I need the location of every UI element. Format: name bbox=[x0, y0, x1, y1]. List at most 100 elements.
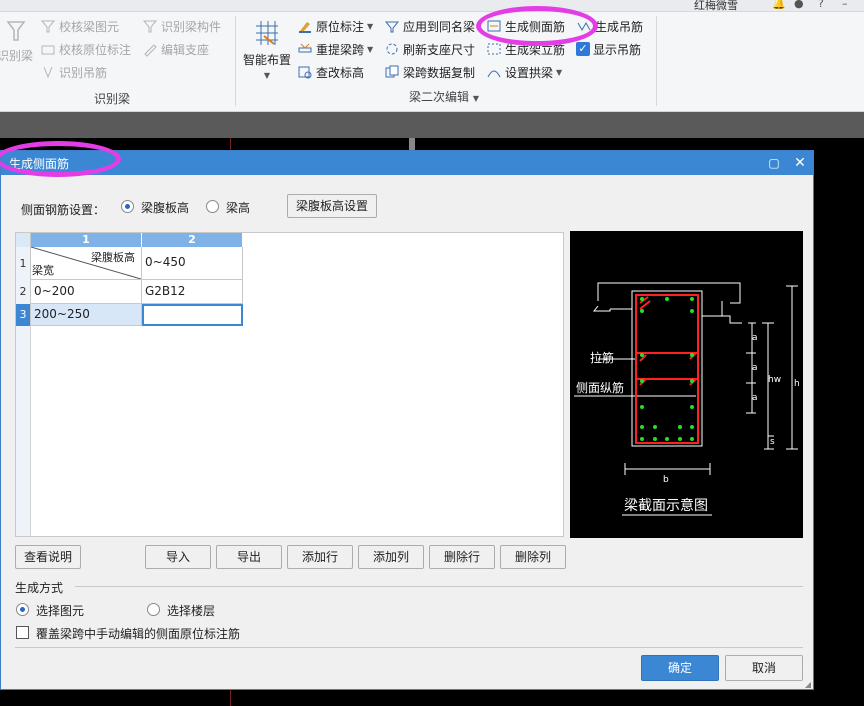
span-icon bbox=[298, 43, 312, 53]
radio-select-floor[interactable] bbox=[147, 603, 160, 616]
set-arch-beam-button[interactable]: 设置拱梁 ▼ bbox=[486, 63, 562, 81]
recognize-beam-icon bbox=[6, 21, 26, 41]
arch-icon bbox=[487, 70, 501, 78]
group-label-recognize-beam: 识别梁 bbox=[94, 92, 131, 106]
side-rebar-setting-label: 侧面钢筋设置： bbox=[21, 203, 106, 217]
set-arch-beam-label: 设置拱梁 bbox=[505, 65, 554, 80]
diagram-a2: a bbox=[752, 363, 758, 373]
in-situ-label-label: 原位标注 bbox=[316, 19, 365, 34]
hanger-icon bbox=[43, 66, 53, 79]
cancel-button[interactable]: 取消 bbox=[725, 655, 803, 681]
view-description-button[interactable]: 查看说明 bbox=[15, 545, 81, 569]
radio-beam-height-label: 梁高 bbox=[226, 201, 251, 215]
copy-icon bbox=[385, 65, 399, 78]
import-button[interactable]: 导入 bbox=[145, 545, 211, 569]
grid-row-header-1[interactable]: 1 bbox=[16, 247, 31, 280]
group-expand-caret-icon: ▼ bbox=[472, 94, 479, 103]
brush-icon bbox=[299, 22, 311, 33]
diagram-a3: a bbox=[752, 393, 758, 403]
gen-method-divider bbox=[75, 586, 803, 587]
recognize-beam-member-label: 识别梁构件 bbox=[161, 19, 222, 34]
copy-span-data-label: 梁跨数据复制 bbox=[403, 65, 476, 80]
smart-layout-button[interactable]: 智能布置 ▼ bbox=[242, 18, 292, 80]
web-height-settings-button[interactable]: 梁腹板高设置 bbox=[287, 194, 377, 218]
recognize-hanger-label: 识别吊筋 bbox=[59, 65, 108, 80]
add-column-button[interactable]: 添加列 bbox=[358, 545, 424, 569]
workspace-top-strip bbox=[0, 112, 864, 138]
override-checkbox-label: 覆盖梁跨中手动编辑的侧面原位标注筋 bbox=[36, 627, 241, 641]
recognize-hanger-button[interactable]: 识别吊筋 bbox=[40, 63, 107, 81]
delete-column-button[interactable]: 删除列 bbox=[500, 545, 566, 569]
gen-method-label: 生成方式 bbox=[15, 581, 64, 595]
top-strip: 红梅微雪 🔔 ● ? – bbox=[0, 0, 864, 12]
recognize-beam-member-button[interactable]: 识别梁构件 bbox=[142, 17, 221, 35]
show-hanger-label: 显示吊筋 bbox=[593, 42, 642, 57]
grid-corner bbox=[16, 233, 31, 247]
refresh-support-button[interactable]: 刷新支座尺寸 bbox=[384, 40, 475, 58]
grid-corner-cell[interactable]: 梁腹板高 梁宽 bbox=[31, 247, 142, 280]
grid-col-header-1[interactable]: 1 bbox=[31, 233, 142, 247]
diagram-side-long-label: 侧面纵筋 bbox=[576, 381, 625, 395]
annotation-highlight bbox=[476, 6, 598, 46]
resize-grip-icon[interactable]: ◢ bbox=[805, 680, 811, 689]
grid-cell-r2c2[interactable]: G2B12 bbox=[142, 280, 243, 304]
radio-beam-height[interactable] bbox=[206, 200, 219, 213]
rebar-grid[interactable]: 1 2 1 梁腹板高 梁宽 0~450 2 0~200 G2B12 3 200~… bbox=[15, 232, 564, 537]
refresh-icon bbox=[386, 43, 398, 55]
corner-bottom-label: 梁宽 bbox=[32, 264, 54, 277]
delete-row-button[interactable]: 删除行 bbox=[429, 545, 495, 569]
in-situ-label-button[interactable]: 原位标注 ▼ bbox=[297, 17, 373, 35]
add-row-button[interactable]: 添加行 bbox=[287, 545, 353, 569]
diagram-s: s bbox=[770, 437, 775, 447]
recognize-beam-button[interactable]: 识别梁 bbox=[0, 18, 34, 68]
grid-row-header-2[interactable]: 2 bbox=[16, 280, 31, 304]
tag-check-icon bbox=[41, 45, 55, 55]
help-icon[interactable]: ? bbox=[818, 0, 824, 10]
beam-section-diagram: 拉筋 侧面纵筋 a a a hw h s b 梁截面示意图 bbox=[570, 231, 803, 538]
export-button[interactable]: 导出 bbox=[216, 545, 282, 569]
minimize-icon[interactable]: – bbox=[842, 0, 848, 10]
erection-rebar-icon bbox=[487, 43, 501, 55]
smart-layout-label: 智能布置 bbox=[242, 53, 291, 67]
re-extract-span-label: 重提梁跨 bbox=[316, 42, 365, 57]
recognize-beam-label: 识别梁 bbox=[0, 49, 33, 63]
diagram-a1: a bbox=[752, 333, 758, 343]
bell-icon[interactable]: 🔔 bbox=[772, 0, 786, 10]
radio-select-floor-label: 选择楼层 bbox=[167, 604, 216, 618]
pencil-icon bbox=[144, 44, 157, 57]
edit-elevation-button[interactable]: 查改标高 bbox=[297, 63, 364, 81]
grid-col-header-2[interactable]: 2 bbox=[142, 233, 243, 247]
edit-support-button[interactable]: 编辑支座 bbox=[142, 40, 209, 58]
ribbon: 红梅微雪 🔔 ● ? – 识别梁 校核梁图元 校核原位标注 识别吊筋 识别梁构件… bbox=[0, 0, 864, 112]
radio-web-height[interactable] bbox=[121, 200, 134, 213]
generate-hanger-label: 生成吊筋 bbox=[595, 19, 644, 34]
grid-row-header-3[interactable]: 3 bbox=[16, 304, 31, 326]
edit-elevation-label: 查改标高 bbox=[316, 65, 365, 80]
bottom-divider bbox=[15, 647, 803, 648]
diagram-b: b bbox=[663, 475, 669, 485]
grid-cell-r1c2[interactable]: 0~450 bbox=[142, 247, 243, 280]
grid-cell-r3c2[interactable] bbox=[142, 304, 243, 326]
in-situ-caret-icon: ▼ bbox=[367, 21, 374, 31]
radio-select-element[interactable] bbox=[16, 603, 29, 616]
close-icon[interactable]: ✕ bbox=[791, 154, 809, 172]
user-name[interactable]: 红梅微雪 bbox=[694, 0, 738, 13]
maximize-icon[interactable]: ▢ bbox=[765, 154, 783, 172]
generate-side-rebar-dialog: 生成侧面筋 ▢ ✕ 侧面钢筋设置： 梁腹板高 梁高 梁腹板高设置 1 2 1 梁… bbox=[0, 141, 814, 690]
grid-cell-r3c1[interactable]: 200~250 bbox=[31, 304, 142, 326]
override-checkbox[interactable] bbox=[16, 626, 29, 639]
re-extract-span-button[interactable]: 重提梁跨 ▼ bbox=[297, 40, 373, 58]
group-label-beam-secondary-edit[interactable]: 梁二次编辑 ▼ bbox=[409, 88, 479, 105]
apply-same-name-button[interactable]: 应用到同名梁 bbox=[384, 17, 475, 35]
group-separator bbox=[235, 16, 236, 106]
dialog-titlebar[interactable]: 生成侧面筋 ▢ ✕ bbox=[1, 151, 813, 175]
smart-layout-caret-icon: ▼ bbox=[263, 71, 271, 80]
check-in-situ-label-button[interactable]: 校核原位标注 bbox=[40, 40, 131, 58]
grid-layout-icon bbox=[256, 21, 278, 45]
copy-span-data-button[interactable]: 梁跨数据复制 bbox=[384, 63, 475, 81]
grid-cell-r2c1[interactable]: 0~200 bbox=[31, 280, 142, 304]
show-hanger-checkbox[interactable]: ✓ 显示吊筋 bbox=[576, 40, 641, 58]
check-beam-element-button[interactable]: 校核梁图元 bbox=[40, 17, 119, 35]
chat-icon[interactable]: ● bbox=[794, 0, 804, 10]
ok-button[interactable]: 确定 bbox=[641, 655, 719, 681]
